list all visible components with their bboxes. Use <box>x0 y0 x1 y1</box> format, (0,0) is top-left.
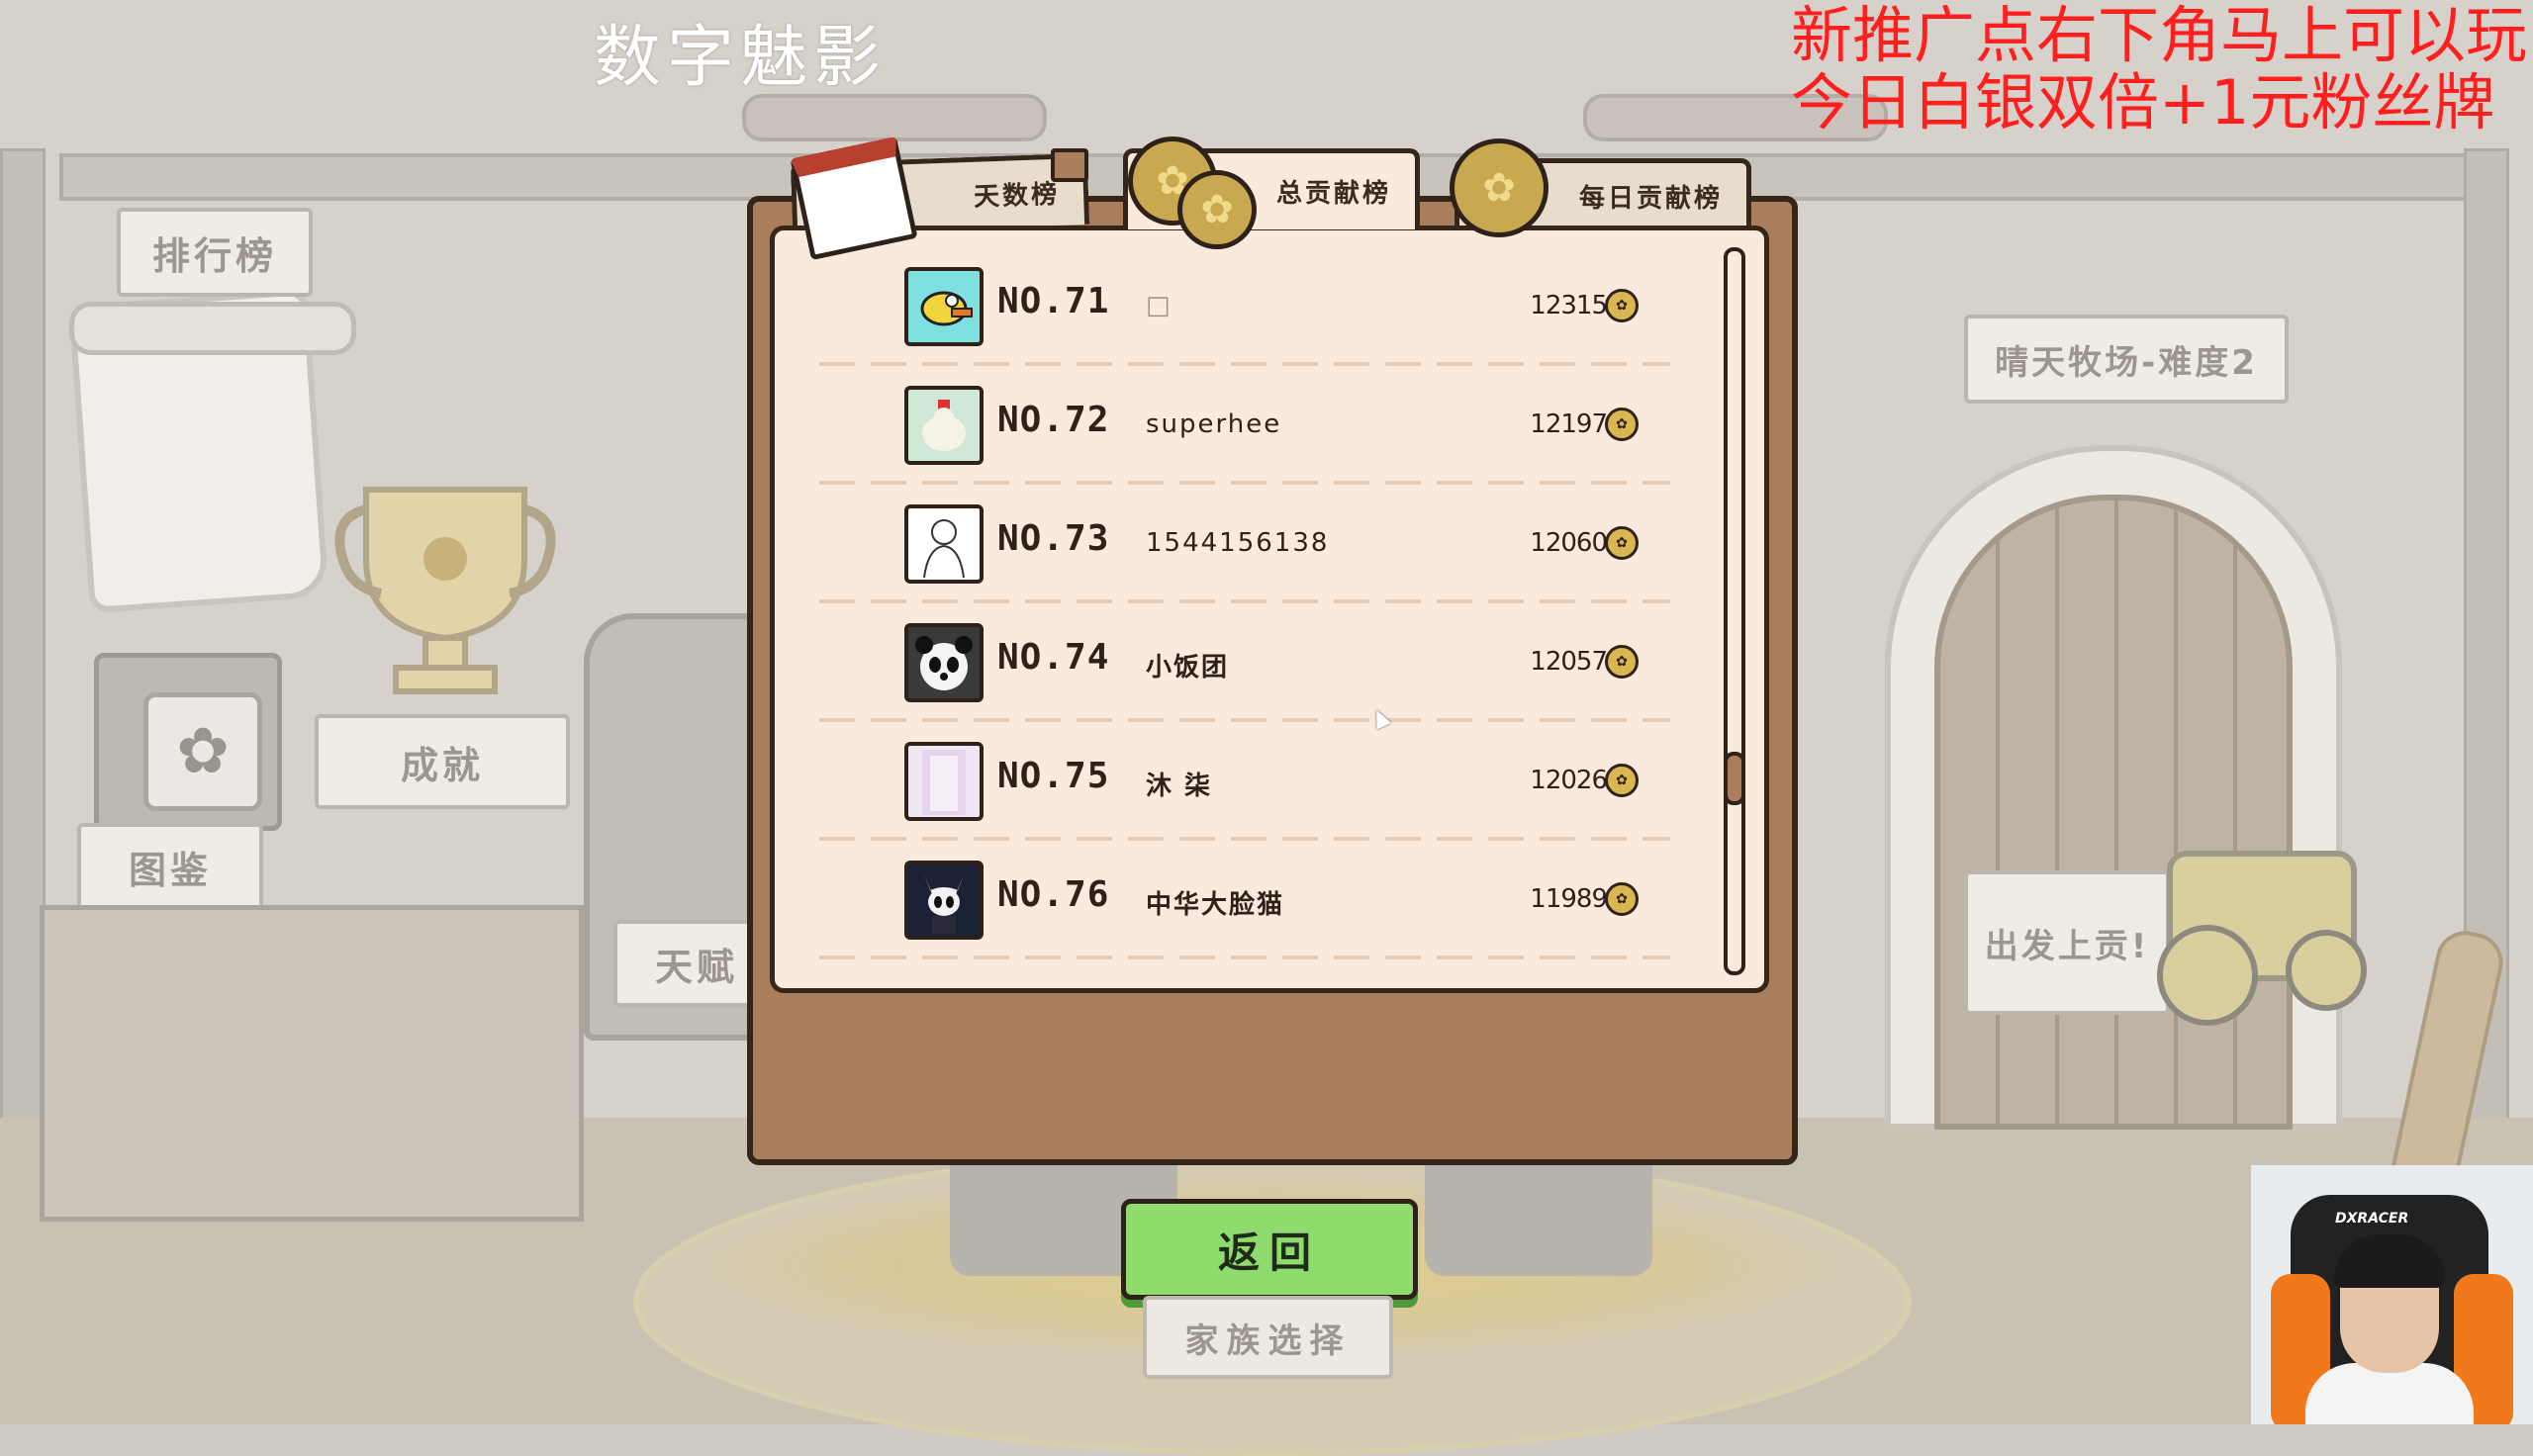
row-divider <box>819 956 1670 959</box>
rank-label: NO.71 <box>997 281 1110 321</box>
ranch-difficulty-label: 晴天牧场-难度2 <box>1995 342 2258 383</box>
depart-sign-label: 出发上贡! <box>1984 926 2150 966</box>
ranch-difficulty-sign[interactable]: 晴天牧场-难度2 <box>1964 315 2289 404</box>
score-value: 12197 <box>1530 410 1608 439</box>
chair-brand-logo: DXRACER <box>2335 1211 2409 1227</box>
player-name: □ <box>1146 291 1173 320</box>
rank-label: NO.73 <box>997 518 1110 559</box>
paw-icon: ✿ <box>143 692 262 811</box>
paw-coin-icon: ✿ <box>1605 764 1639 797</box>
paw-coin-icon: ✿ <box>1605 526 1639 560</box>
talent-sign-label: 天赋 <box>654 945 738 989</box>
player-name: 中华大脸猫 <box>1146 890 1285 920</box>
score-value: 12026 <box>1530 766 1608 795</box>
list-scrollbar[interactable] <box>1724 247 1745 975</box>
bird-avatar <box>904 267 984 346</box>
promo-line-2: 今日白银双倍+1元粉丝牌 <box>1791 66 2495 138</box>
leaderboard-row[interactable]: NO.72 superhee 12197 ✿ <box>819 366 1670 485</box>
leaderboard-row[interactable]: NO.73 1544156138 12060 ✿ <box>819 485 1670 603</box>
scroll-rod <box>69 302 356 355</box>
rank-label: NO.72 <box>997 400 1110 440</box>
scrollbar-thumb[interactable] <box>1724 752 1745 805</box>
rank-label: NO.74 <box>997 637 1110 678</box>
achievements-sign[interactable]: 成就 <box>315 714 570 809</box>
paw-coin-icon: ✿ <box>1605 645 1639 679</box>
paw-coin-icon: ✿ <box>1605 882 1639 916</box>
depart-sign[interactable]: 出发上贡! <box>1964 870 2170 1015</box>
score-value: 12060 <box>1530 528 1608 558</box>
codex-sign-label: 图鉴 <box>128 848 212 892</box>
score-value: 12315 <box>1530 291 1608 320</box>
paw-icon: ✿ <box>1177 170 1257 249</box>
codex-sign[interactable]: 图鉴 <box>77 823 263 910</box>
lock-icon <box>1051 148 1088 182</box>
curtain-rod-left <box>742 94 1047 141</box>
leaderboard-row[interactable]: NO.76 中华大脸猫 11989 ✿ <box>819 841 1670 959</box>
paw-icon: ✿ <box>1450 138 1548 237</box>
tractor-wheel-icon <box>2157 925 2258 1026</box>
cabinet <box>40 905 584 1222</box>
score-value: 12057 <box>1530 647 1608 677</box>
door <box>1934 495 2293 1130</box>
family-select-button[interactable]: 家族选择 <box>1143 1296 1393 1379</box>
rank-label: NO.75 <box>997 756 1110 796</box>
sketch-avatar <box>904 504 984 584</box>
tab-daily-label: 每日贡献榜 <box>1578 184 1723 214</box>
tab-days-label: 天数榜 <box>973 179 1061 213</box>
knight-avatar <box>904 861 984 940</box>
score-value: 11989 <box>1530 884 1608 914</box>
stream-title: 数字魅影 <box>594 19 888 97</box>
paw-coin-icon: ✿ <box>1605 289 1639 322</box>
leaderboard-sign[interactable]: 排行榜 <box>117 208 313 297</box>
leaderboard-row[interactable]: NO.71 □ 12315 ✿ <box>819 247 1670 366</box>
player-name: superhee <box>1146 410 1282 439</box>
leaderboard-row[interactable]: NO.75 沐 柒 12026 ✿ <box>819 722 1670 841</box>
leaderboard-sign-label: 排行榜 <box>151 233 277 278</box>
rank-label: NO.76 <box>997 874 1110 915</box>
webcam-feed: DXRACER <box>2251 1165 2533 1424</box>
anime-avatar <box>904 742 984 821</box>
player-name: 沐 柒 <box>1146 772 1213 801</box>
calendar-icon <box>790 136 918 261</box>
leaderboard-row[interactable]: NO.74 小饭团 12057 ✿ <box>819 603 1670 722</box>
tractor-wheel-icon <box>2286 930 2367 1011</box>
player-name: 小饭团 <box>1146 653 1230 682</box>
promo-line-1: 新推广点右下角马上可以玩 <box>1791 0 2528 71</box>
paw-coin-icon: ✿ <box>1605 408 1639 441</box>
achievements-sign-label: 成就 <box>400 743 484 787</box>
chicken-avatar <box>904 386 984 465</box>
player-name: 1544156138 <box>1146 528 1330 558</box>
panda-avatar <box>904 623 984 702</box>
trophy-icon <box>334 487 556 694</box>
back-button[interactable]: 返回 <box>1121 1199 1418 1300</box>
tab-total-label: 总贡献榜 <box>1275 179 1391 209</box>
